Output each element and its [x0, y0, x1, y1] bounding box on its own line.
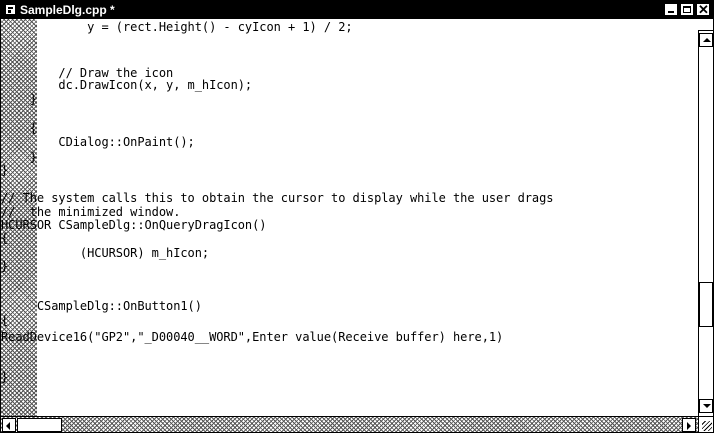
- document-icon[interactable]: [5, 4, 16, 15]
- arrow-right-icon: [687, 422, 691, 430]
- editor-window: SampleDlg.cpp * ✕ y = (rect.Height() - c…: [0, 0, 714, 433]
- arrow-left-icon: [6, 422, 10, 430]
- code-line[interactable]: CDialog::OnPaint();: [1, 136, 194, 148]
- scroll-up-button[interactable]: [699, 33, 713, 47]
- code-line[interactable]: }: [1, 151, 37, 163]
- code-editor[interactable]: y = (rect.Height() - cyIcon + 1) / 2; //…: [1, 19, 698, 416]
- vertical-scroll-thumb[interactable]: [699, 282, 713, 327]
- title-bar[interactable]: SampleDlg.cpp * ✕: [1, 1, 713, 19]
- code-line[interactable]: {: [1, 232, 8, 244]
- code-line[interactable]: }: [1, 93, 37, 105]
- code-line[interactable]: {: [1, 122, 37, 134]
- code-line[interactable]: }: [1, 371, 8, 383]
- horizontal-scrollbar[interactable]: [1, 416, 698, 432]
- split-box[interactable]: [698, 19, 713, 31]
- code-line[interactable]: ReadDevice16("GP2","_D00040__WORD",Enter…: [1, 331, 503, 343]
- code-line[interactable]: (HCURSOR) m_hIcon;: [1, 247, 209, 259]
- code-line[interactable]: // the minimized window.: [1, 206, 180, 218]
- vertical-scrollbar[interactable]: [698, 19, 713, 416]
- code-line[interactable]: HCURSOR CSampleDlg::OnQueryDragIcon(): [1, 219, 267, 231]
- code-line[interactable]: {: [1, 314, 8, 326]
- resize-grip-icon[interactable]: [698, 416, 713, 432]
- minimize-button[interactable]: [664, 3, 678, 16]
- close-button[interactable]: ✕: [696, 2, 710, 17]
- arrow-up-icon: [703, 38, 711, 42]
- scroll-left-button[interactable]: [2, 418, 16, 432]
- code-line[interactable]: dc.DrawIcon(x, y, m_hIcon);: [1, 79, 252, 91]
- code-line[interactable]: y = (rect.Height() - cyIcon + 1) / 2;: [1, 21, 353, 33]
- scroll-down-button[interactable]: [699, 399, 713, 413]
- arrow-down-icon: [703, 404, 711, 408]
- scroll-right-button[interactable]: [682, 418, 696, 432]
- code-line[interactable]: CSampleDlg::OnButton1(): [1, 300, 202, 312]
- code-line[interactable]: // The system calls this to obtain the c…: [1, 192, 554, 204]
- code-line[interactable]: }: [1, 164, 8, 176]
- close-icon: ✕: [698, 2, 709, 17]
- horizontal-scroll-thumb[interactable]: [17, 418, 62, 432]
- code-line[interactable]: }: [1, 260, 8, 272]
- maximize-button[interactable]: [680, 3, 694, 16]
- window-title: SampleDlg.cpp *: [20, 3, 115, 17]
